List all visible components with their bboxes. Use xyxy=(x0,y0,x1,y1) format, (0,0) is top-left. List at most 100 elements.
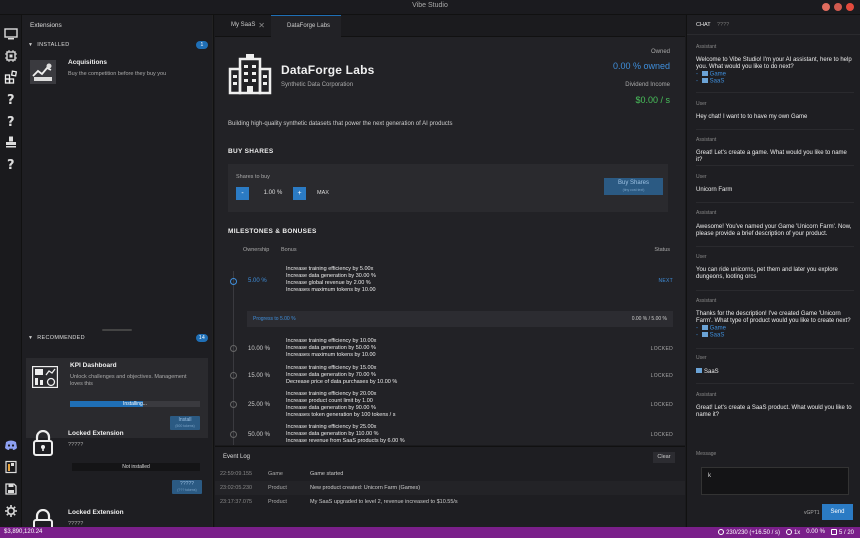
lock-icon xyxy=(28,507,58,527)
shares-input[interactable]: 1.00 % xyxy=(253,187,293,200)
building-icon xyxy=(228,53,272,97)
tab-locked[interactable]: ???? xyxy=(717,22,729,28)
message-text: Unicorn Farm xyxy=(696,187,733,193)
increase-button[interactable]: + xyxy=(293,187,306,200)
chevron-down-icon: ▼ xyxy=(28,335,34,341)
milestone-bonuses: Increase training efficiency by 15.00x In… xyxy=(286,365,398,385)
save-icon[interactable] xyxy=(4,482,18,496)
product-icon xyxy=(830,529,837,535)
log-row: 23:02:05.230 Product New product created: … xyxy=(215,481,685,495)
send-button[interactable]: Send xyxy=(822,504,853,520)
milestone-marker xyxy=(230,345,237,352)
buy-shares-panel: Shares to buy - 1.00 % + MAX Buy Shares … xyxy=(228,164,668,212)
shares-to-buy-label: Shares to buy xyxy=(236,174,270,180)
close-button[interactable] xyxy=(846,3,854,11)
extension-desc: Unlock challenges and objectives. Manage… xyxy=(70,374,187,387)
gear-icon[interactable] xyxy=(4,504,18,518)
window-controls xyxy=(822,3,854,11)
milestone-status: LOCKED xyxy=(650,346,673,352)
install-button[interactable]: ????? (??? tokens) xyxy=(172,480,202,494)
tab-chat[interactable]: CHAT xyxy=(696,22,711,28)
milestone-status: NEXT xyxy=(658,278,673,284)
installed-section-header[interactable]: ▼ INSTALLED 1 xyxy=(28,41,208,49)
milestone-marker xyxy=(230,372,237,379)
extensions-panel: Extensions ▼ INSTALLED 1 Acquisitions Bu… xyxy=(22,15,214,527)
close-icon[interactable]: ✕ xyxy=(258,21,265,30)
chat-tabs: CHAT ???? xyxy=(687,15,860,35)
game-icon xyxy=(701,71,708,76)
buy-shares-heading: BUY SHARES xyxy=(228,148,274,155)
milestone-status: LOCKED xyxy=(650,373,673,379)
product-link-saas[interactable]: - SaaS xyxy=(696,332,724,340)
clear-log-button[interactable]: Clear xyxy=(653,452,675,463)
message-role: User xyxy=(696,101,707,107)
extension-name: Acquisitions xyxy=(68,59,108,66)
extension-name: Locked Extension xyxy=(68,430,124,437)
extension-desc: Buy the competition before they buy you xyxy=(68,71,167,77)
install-progress-bar: Installing... xyxy=(70,401,200,407)
message-label: Message xyxy=(696,451,717,457)
install-button[interactable]: Install (500 tokens) xyxy=(170,416,200,430)
stamp-icon[interactable] xyxy=(4,135,18,149)
question-icon[interactable]: ? xyxy=(4,114,18,128)
game-icon[interactable] xyxy=(4,460,18,474)
tab-my-saas[interactable]: My SaaS ✕ xyxy=(215,15,271,37)
speed-multiplier[interactable]: 1x xyxy=(785,529,800,536)
dividend-value: $0.00 / s xyxy=(635,95,670,105)
extensions-scrollbar[interactable] xyxy=(212,15,213,527)
buy-shares-button[interactable]: Buy Shares (tiny cost text) xyxy=(604,178,663,195)
progress-value: 0.00 % / 5.00 % xyxy=(631,316,667,322)
product-count: 5 / 20 xyxy=(830,529,854,536)
message-text: You can ride unicorns, pet them and late… xyxy=(696,267,838,280)
max-button[interactable]: MAX xyxy=(314,187,332,200)
milestone-timeline xyxy=(233,271,234,445)
minimize-button[interactable] xyxy=(822,3,830,11)
recommended-count-badge: 14 xyxy=(196,334,208,342)
message-role: User xyxy=(696,355,707,361)
company-subtitle: Synthetic Data Corporation xyxy=(281,82,354,88)
activity-bar: ? ? ? xyxy=(0,15,22,527)
message-input[interactable]: k xyxy=(701,467,849,495)
lock-icon xyxy=(28,428,58,458)
share-percent: 0.00 % xyxy=(806,529,825,535)
chip-icon[interactable] xyxy=(4,49,18,63)
message-role: Assistant xyxy=(696,44,717,50)
decrease-button[interactable]: - xyxy=(236,187,249,200)
extension-kpi-dashboard[interactable]: KPI Dashboard Unlock challenges and obje… xyxy=(26,358,208,438)
chevron-down-icon: ▼ xyxy=(28,42,34,48)
message-text: SaaS xyxy=(696,368,854,376)
game-icon xyxy=(701,325,708,330)
product-link-saas[interactable]: - SaaS xyxy=(696,78,724,86)
extension-name: Locked Extension xyxy=(68,509,124,516)
tab-dataforge-labs[interactable]: DataForge Labs xyxy=(271,15,341,37)
dividend-label: Dividend Income xyxy=(625,82,670,88)
milestone-pct: 15.00 % xyxy=(248,373,271,379)
col-status: Status xyxy=(654,247,670,253)
milestones-heading: MILESTONES & BONUSES xyxy=(228,228,317,235)
dashboard-icon xyxy=(30,362,60,392)
maximize-button[interactable] xyxy=(834,3,842,11)
milestone-bonuses: Increase training efficiency by 20.00x In… xyxy=(286,391,396,418)
install-status: Not installed xyxy=(72,463,200,471)
monitor-icon[interactable] xyxy=(4,27,18,41)
col-ownership: Ownership xyxy=(243,247,270,253)
status-metrics: 230/230 (+16.50 / s) 1x 0.00 % 5 / 20 xyxy=(718,529,854,536)
vibe-studio-app: Vibe Studio ? ? ? Extensions ▼ INSTALLED… xyxy=(0,0,860,538)
extension-name: KPI Dashboard xyxy=(70,362,117,369)
panel-resize-handle[interactable] xyxy=(102,329,132,331)
message-text: Great! Let's create a SaaS product. What… xyxy=(696,405,852,418)
recommended-section-header[interactable]: ▼ RECOMMENDED 14 xyxy=(28,334,208,342)
svg-text:?: ? xyxy=(7,93,15,106)
question-icon[interactable]: ? xyxy=(4,92,18,106)
owned-value: 0.00 % owned xyxy=(612,61,670,71)
milestone-pct: 10.00 % xyxy=(248,346,271,352)
discord-icon[interactable] xyxy=(4,438,18,452)
question-icon[interactable]: ? xyxy=(4,157,18,171)
log-row: 22:59:09.155 Game Game started xyxy=(220,471,344,477)
extensions-icon[interactable] xyxy=(4,70,18,84)
message-text: Great! Let's create a game. What would y… xyxy=(696,150,847,163)
status-bar: $3,890,120.24 230/230 (+16.50 / s) 1x 0.… xyxy=(0,527,860,538)
speed-icon xyxy=(785,529,792,535)
svg-text:?: ? xyxy=(7,158,15,171)
model-selector[interactable]: vGPT1 xyxy=(804,510,820,516)
